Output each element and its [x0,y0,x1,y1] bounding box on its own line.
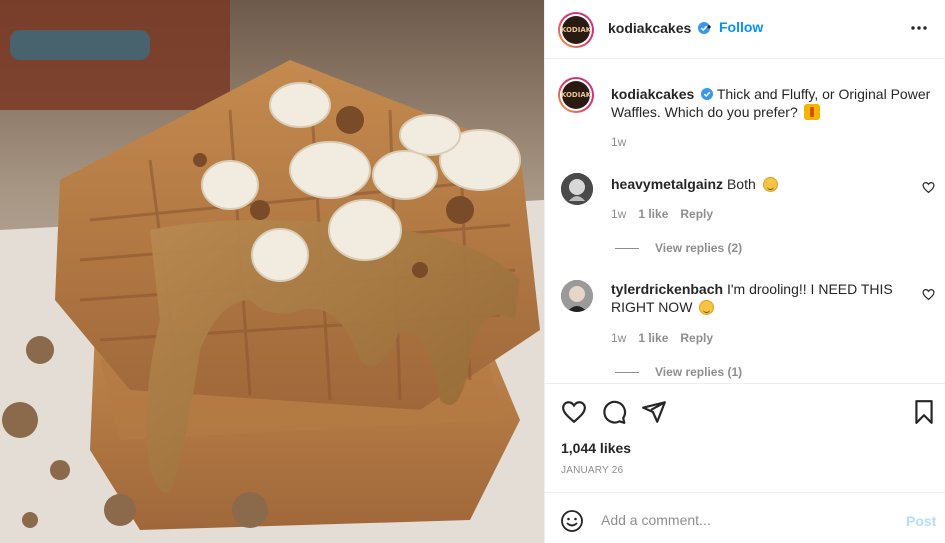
comment-meta: 1w 1 like Reply [611,207,713,221]
comment-like-heart-icon[interactable] [922,288,935,301]
grimacing-face-icon [699,300,715,315]
commenter-avatar[interactable] [561,280,593,312]
post-photo[interactable] [0,0,544,543]
bookmark-icon[interactable] [911,399,937,425]
post-header: KODIAK kodiakcakes • Follow [545,0,945,59]
comment-icon[interactable] [601,399,627,425]
comments-list[interactable]: KODIAK kodiakcakes Thick and Fluffy, or … [545,60,945,382]
header-separator: • [707,20,712,34]
verified-badge-icon [701,88,714,100]
comment-likes[interactable]: 1 like [638,207,668,221]
commenter-photo [561,173,593,205]
waffle-emoji-icon [803,104,820,120]
comment-body: Both [726,176,756,192]
comment-meta: 1w 1 like Reply [611,331,713,345]
view-replies-label[interactable]: View replies (2) [655,241,742,255]
commenter-username[interactable]: tylerdrickenbach [611,281,723,297]
avatar-ring: KODIAK [560,14,592,46]
reply-button[interactable]: Reply [680,207,713,221]
instagram-post: KODIAK kodiakcakes • Follow KODIAK kodia… [0,0,945,543]
follow-button[interactable]: Follow [719,19,763,35]
view-replies-label[interactable]: View replies (1) [655,365,742,379]
view-replies-button[interactable]: View replies (1) [615,365,742,379]
commenter-avatar[interactable] [561,173,593,205]
reply-button[interactable]: Reply [680,331,713,345]
waffle-photo-illustration [0,0,544,543]
paper-plane-icon[interactable] [641,399,667,425]
avatar-ring: KODIAK [560,79,592,111]
author-avatar[interactable]: KODIAK [558,12,594,48]
comment-text: tylerdrickenbach I'm drooling!! I NEED T… [611,280,911,316]
emoji-picker-icon[interactable] [560,509,584,533]
comment-time[interactable]: 1w [611,331,626,345]
post-details-panel: KODIAK kodiakcakes • Follow KODIAK kodia… [544,0,945,543]
post-date[interactable]: JANUARY 26 [561,465,623,476]
post-comment-button[interactable]: Post [906,513,936,529]
avatar-logo: KODIAK [561,16,591,44]
comment-input[interactable] [601,507,891,533]
add-comment-bar: Post [545,492,945,543]
author-username[interactable]: kodiakcakes [608,20,711,36]
like-count[interactable]: 1,044 likes [561,440,631,456]
heart-icon[interactable] [561,399,587,425]
avatar-logo: KODIAK [561,81,591,109]
comment-likes[interactable]: 1 like [638,331,668,345]
comment-like-heart-icon[interactable] [922,181,935,194]
commenter-photo [561,280,593,312]
ellipsis-icon[interactable] [909,18,929,38]
caption-text: kodiakcakes Thick and Fluffy, or Origina… [611,85,931,121]
caption-time[interactable]: 1w [611,135,626,149]
comment-time[interactable]: 1w [611,207,626,221]
caption-avatar[interactable]: KODIAK [558,77,594,113]
action-bar [545,383,945,443]
comment-text: heavymetalgainz Both [611,175,911,193]
replies-line-divider [615,371,639,373]
smiling-face-icon [762,177,778,192]
author-username-text[interactable]: kodiakcakes [608,20,691,36]
commenter-username[interactable]: heavymetalgainz [611,176,723,192]
view-replies-button[interactable]: View replies (2) [615,241,742,255]
replies-line-divider [615,247,639,249]
caption-username[interactable]: kodiakcakes [611,86,694,102]
